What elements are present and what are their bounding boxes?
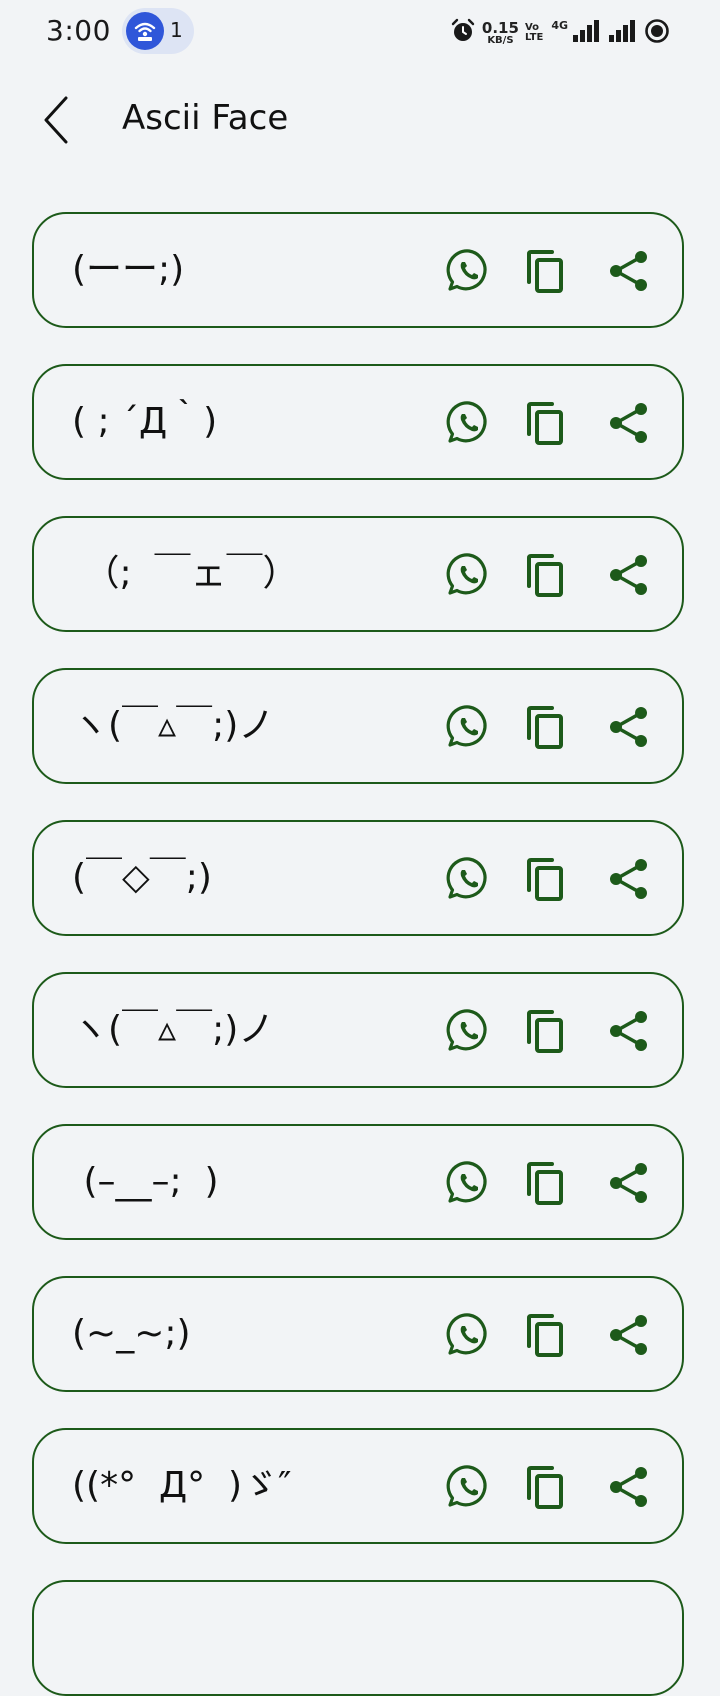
status-time: 3:00 — [46, 14, 111, 47]
signal-icon — [572, 19, 602, 47]
face-text[interactable]: ((*° Д° )ゞ″ — [72, 1430, 291, 1542]
copy-icon — [527, 1162, 563, 1205]
face-card: ヽ(￣▵￣;)ノ — [32, 668, 684, 784]
share-icon — [610, 1011, 647, 1051]
copy-icon — [527, 1466, 563, 1509]
chevron-left-icon — [44, 96, 68, 144]
share-icon — [610, 1163, 647, 1203]
face-card-partial — [32, 1580, 684, 1696]
whatsapp-share-button[interactable] — [446, 1312, 492, 1358]
whatsapp-share-button[interactable] — [446, 552, 492, 598]
copy-icon — [527, 402, 563, 445]
copy-icon — [527, 250, 563, 293]
signal-icon — [608, 19, 638, 47]
face-text[interactable]: ヽ(￣▵￣;)ノ — [72, 670, 274, 782]
page-title: Ascii Face — [122, 98, 289, 138]
face-card: ( ; ´Д｀) — [32, 364, 684, 480]
face-text[interactable]: (~_~;) — [72, 1278, 191, 1390]
whatsapp-share-button[interactable] — [446, 1160, 492, 1206]
copy-button[interactable] — [522, 1008, 568, 1054]
share-icon — [610, 1315, 647, 1355]
face-text[interactable]: （; ￣ェ￣） — [72, 518, 298, 630]
share-button[interactable] — [606, 1312, 652, 1358]
whatsapp-icon — [446, 401, 487, 443]
copy-button[interactable] — [522, 856, 568, 902]
alarm-icon — [450, 18, 476, 48]
speed-unit: KB/S — [487, 34, 514, 46]
share-button[interactable] — [606, 1160, 652, 1206]
share-icon — [610, 707, 647, 747]
share-icon — [610, 251, 647, 291]
face-text[interactable]: (￣◇￣;) — [72, 822, 212, 934]
share-icon — [610, 1467, 647, 1507]
hotspot-indicator[interactable]: 1 — [122, 8, 194, 54]
share-button[interactable] — [606, 248, 652, 294]
share-icon — [610, 403, 647, 443]
share-button[interactable] — [606, 704, 652, 750]
face-card: ヽ(￣▵￣;)ノ — [32, 972, 684, 1088]
share-icon — [610, 555, 647, 595]
status-icons: 0.15 KB/S Vo LTE 4G — [450, 16, 670, 50]
whatsapp-icon — [446, 1161, 487, 1203]
copy-icon — [527, 858, 563, 901]
volte-bottom: LTE — [524, 32, 544, 43]
back-button[interactable] — [36, 94, 76, 146]
whatsapp-icon — [446, 249, 487, 291]
copy-icon — [527, 706, 563, 749]
copy-button[interactable] — [522, 400, 568, 446]
face-card: (￣◇￣;) — [32, 820, 684, 936]
share-icon — [610, 859, 647, 899]
copy-button[interactable] — [522, 248, 568, 294]
face-card: (ーー;) — [32, 212, 684, 328]
whatsapp-share-button[interactable] — [446, 1008, 492, 1054]
whatsapp-icon — [446, 1009, 487, 1051]
face-text[interactable]: ヽ(￣▵￣;)ノ — [72, 974, 274, 1086]
speed-value: 0.15 — [481, 18, 519, 37]
face-card: ((*° Д° )ゞ″ — [32, 1428, 684, 1544]
share-button[interactable] — [606, 1464, 652, 1510]
whatsapp-icon — [446, 553, 487, 595]
status-bar: 3:00 1 0.15 KB/S Vo LTE 4G — [0, 0, 720, 64]
network-type: 4G — [551, 18, 568, 32]
copy-icon — [527, 1314, 563, 1357]
share-button[interactable] — [606, 400, 652, 446]
face-text[interactable]: ( ; ´Д｀) — [72, 366, 217, 478]
whatsapp-icon — [446, 1465, 487, 1507]
app-header: Ascii Face — [0, 80, 720, 160]
face-text[interactable]: (ーー;) — [72, 214, 184, 326]
whatsapp-icon — [446, 1313, 487, 1355]
whatsapp-icon — [446, 705, 487, 747]
copy-button[interactable] — [522, 1464, 568, 1510]
share-button[interactable] — [606, 552, 652, 598]
volte-indicator: Vo LTE — [524, 22, 544, 44]
whatsapp-share-button[interactable] — [446, 856, 492, 902]
copy-icon — [527, 1010, 563, 1053]
hotspot-icon — [126, 12, 164, 50]
face-text[interactable]: (–__–; ) — [72, 1126, 218, 1238]
face-card: (–__–; ) — [32, 1124, 684, 1240]
share-button[interactable] — [606, 856, 652, 902]
share-button[interactable] — [606, 1008, 652, 1054]
copy-button[interactable] — [522, 552, 568, 598]
copy-button[interactable] — [522, 704, 568, 750]
whatsapp-share-button[interactable] — [446, 704, 492, 750]
copy-icon — [527, 554, 563, 597]
copy-button[interactable] — [522, 1312, 568, 1358]
whatsapp-share-button[interactable] — [446, 400, 492, 446]
network-speed: 0.15 KB/S — [481, 18, 519, 46]
whatsapp-share-button[interactable] — [446, 1464, 492, 1510]
face-card: （; ￣ェ￣） — [32, 516, 684, 632]
battery-icon — [644, 18, 670, 48]
whatsapp-icon — [446, 857, 487, 899]
copy-button[interactable] — [522, 1160, 568, 1206]
whatsapp-share-button[interactable] — [446, 248, 492, 294]
hotspot-count: 1 — [170, 18, 183, 42]
face-card: (~_~;) — [32, 1276, 684, 1392]
